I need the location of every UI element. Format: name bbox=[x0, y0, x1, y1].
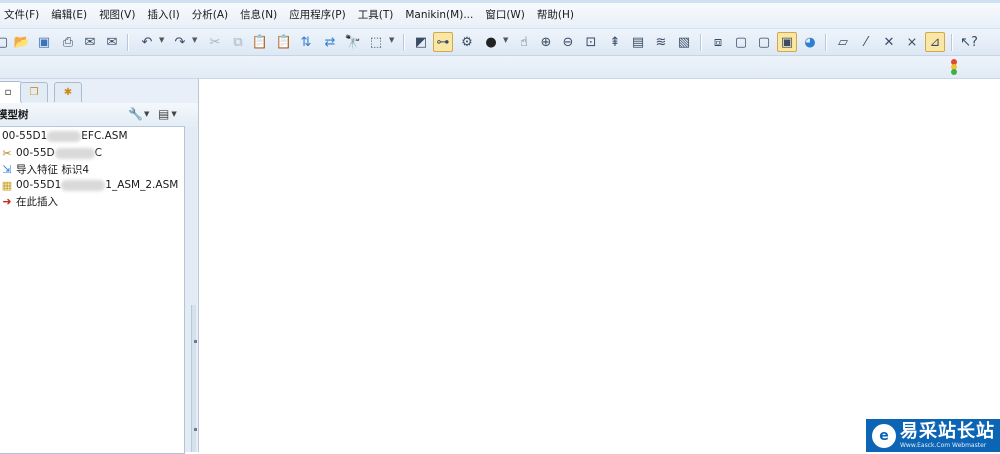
status-light-icon[interactable] bbox=[948, 58, 960, 76]
folder-browser-tab[interactable]: ❐ bbox=[20, 82, 48, 102]
zoom-fit-icon[interactable]: ⊡ bbox=[581, 32, 601, 52]
navigator-panel: ▫ ❐ ✱ 模型树 🔧 ▼ ▤ ▼ 00-55D1 EFC.ASM ✂ 00-55D C … bbox=[0, 79, 199, 454]
menu-window[interactable]: 窗口(W) bbox=[479, 3, 531, 28]
redo-icon[interactable]: ↷ bbox=[170, 32, 190, 52]
model-tree-tab[interactable]: ▫ bbox=[0, 81, 22, 103]
select-dropdown-icon[interactable]: ▼ bbox=[389, 36, 394, 44]
paste-special-icon[interactable]: 📋 bbox=[274, 32, 294, 52]
tree-item-part[interactable]: ✂ 00-55D C bbox=[0, 145, 102, 161]
wireframe-icon[interactable]: ⧈ bbox=[708, 32, 728, 52]
watermark-main-text: 易采站长站 bbox=[900, 420, 995, 442]
favorites-icon: ✱ bbox=[63, 87, 73, 98]
model-tree: 00-55D1 EFC.ASM ✂ 00-55D C ⇲ 导入特征 标识4 ▦ 00-55… bbox=[0, 126, 185, 454]
enhanced-realism-icon[interactable]: ◕ bbox=[800, 32, 820, 52]
menu-view[interactable]: 视图(V) bbox=[93, 3, 141, 28]
appearance-icon[interactable]: ▧ bbox=[674, 32, 694, 52]
regenerate-manager-icon[interactable]: ⇄ bbox=[320, 32, 340, 52]
orient-icon[interactable]: ⇞ bbox=[605, 32, 625, 52]
menu-analysis[interactable]: 分析(A) bbox=[186, 3, 234, 28]
no-hidden-icon[interactable]: ▢ bbox=[754, 32, 774, 52]
insert-here-arrow-icon: ➜ bbox=[2, 194, 12, 208]
spin-center-icon[interactable]: ☝ bbox=[514, 32, 534, 52]
hidden-line-icon[interactable]: ▢ bbox=[731, 32, 751, 52]
select-box-icon[interactable]: ⬚ bbox=[366, 32, 386, 52]
toolbar-separator bbox=[825, 34, 827, 51]
datum-point-icon[interactable]: ✕ bbox=[879, 32, 899, 52]
zoom-in-icon[interactable]: ⊕ bbox=[536, 32, 556, 52]
copy-icon[interactable]: ⧉ bbox=[228, 32, 248, 52]
redacted-text bbox=[47, 130, 82, 142]
email-icon[interactable]: ✉ bbox=[80, 32, 100, 52]
help-icon[interactable]: ↖? bbox=[959, 32, 979, 52]
toolbar-separator bbox=[127, 34, 129, 51]
toolbar-separator bbox=[700, 34, 702, 51]
layers-icon[interactable]: ⚙ bbox=[457, 32, 477, 52]
undo-icon[interactable]: ↶ bbox=[137, 32, 157, 52]
secondary-toolbar bbox=[0, 56, 1000, 79]
sub-assembly-icon: ▦ bbox=[1, 178, 13, 192]
menu-insert[interactable]: 插入(I) bbox=[141, 3, 185, 28]
shading-icon[interactable]: ▣ bbox=[777, 32, 797, 52]
regenerate-icon[interactable]: ⇅ bbox=[296, 32, 316, 52]
saved-views-icon[interactable]: ▤ bbox=[628, 32, 648, 52]
folder-icon: ❐ bbox=[29, 87, 39, 98]
toolbar-separator bbox=[951, 34, 953, 51]
email-link-icon[interactable]: ✉ bbox=[102, 32, 122, 52]
menu-help[interactable]: 帮助(H) bbox=[531, 3, 580, 28]
splitter-grip bbox=[194, 428, 197, 431]
undo-dropdown-icon[interactable]: ▼ bbox=[159, 36, 164, 44]
watermark-sub-text: Www.Easck.Com Webmaster bbox=[900, 441, 987, 449]
toolbar-separator bbox=[403, 34, 405, 51]
save-icon[interactable]: ▣ bbox=[34, 32, 54, 52]
menu-applications[interactable]: 应用程序(P) bbox=[283, 3, 352, 28]
new-icon[interactable]: ▢ bbox=[0, 32, 12, 52]
layer-icon[interactable]: ≋ bbox=[651, 32, 671, 52]
tree-item-root[interactable]: 00-55D1 EFC.ASM bbox=[0, 128, 128, 144]
annotation-icon[interactable]: ⊿ bbox=[925, 32, 945, 52]
tree-show-button[interactable]: ▤ ▼ bbox=[158, 106, 177, 122]
tree-item-import-feature[interactable]: ⇲ 导入特征 标识4 bbox=[0, 161, 89, 177]
watermark-e-icon: e bbox=[872, 423, 896, 448]
panel-title: 模型树 bbox=[0, 108, 29, 121]
menu-file[interactable]: 文件(F) bbox=[0, 3, 45, 28]
paste-icon[interactable]: 📋 bbox=[250, 32, 270, 52]
open-icon[interactable]: 📂 bbox=[12, 32, 32, 52]
datum-axis-icon[interactable]: ⁄ bbox=[856, 32, 876, 52]
crossed-part-icon: ✂ bbox=[2, 146, 12, 160]
menu-edit[interactable]: 编辑(E) bbox=[45, 3, 93, 28]
menu-bar: 文件(F) 编辑(E) 视图(V) 插入(I) 分析(A) 信息(N) 应用程序… bbox=[0, 3, 1000, 29]
tree-item-insert-here[interactable]: ➜ 在此插入 bbox=[0, 193, 58, 209]
zoom-out-icon[interactable]: ⊖ bbox=[558, 32, 578, 52]
coordinate-system-icon[interactable]: ⨯ bbox=[902, 32, 922, 52]
find-icon[interactable]: 🔭 bbox=[343, 32, 363, 52]
print-icon[interactable]: ⎙ bbox=[58, 32, 78, 52]
model-tree-icon[interactable]: ⊶ bbox=[433, 32, 453, 52]
menu-tools[interactable]: 工具(T) bbox=[352, 3, 400, 28]
tree-settings-button[interactable]: 🔧 ▼ bbox=[128, 106, 149, 122]
menu-manikin[interactable]: Manikin(M)... bbox=[399, 3, 479, 28]
menu-info[interactable]: 信息(N) bbox=[234, 3, 283, 28]
model-tree-header: 模型树 🔧 ▼ ▤ ▼ bbox=[0, 103, 198, 125]
watermark-logo: e 易采站长站 Www.Easck.Com Webmaster bbox=[866, 419, 1000, 452]
datum-plane-icon[interactable]: ▱ bbox=[833, 32, 853, 52]
cut-icon[interactable]: ✂ bbox=[205, 32, 225, 52]
redo-dropdown-icon[interactable]: ▼ bbox=[192, 36, 197, 44]
redacted-text bbox=[54, 147, 95, 159]
splitter-grip bbox=[194, 340, 197, 343]
tree-item-subassembly[interactable]: ▦ 00-55D1 1_ASM_2.ASM bbox=[0, 177, 179, 193]
redacted-text bbox=[61, 179, 106, 191]
sphere-dropdown-icon[interactable]: ▼ bbox=[503, 36, 508, 44]
settings-icon: 🔧 bbox=[128, 107, 143, 121]
list-icon: ▤ bbox=[158, 107, 170, 121]
import-feature-icon: ⇲ bbox=[2, 162, 12, 176]
graphics-window[interactable] bbox=[199, 79, 1000, 452]
favorites-tab[interactable]: ✱ bbox=[54, 82, 82, 102]
main-toolbar: ▢ 📂 ▣ ⎙ ✉ ✉ ↶ ▼ ↷ ▼ ✂ ⧉ 📋 📋 ⇅ ⇄ 🔭 ⬚ ▼ ◩ … bbox=[0, 29, 1000, 56]
sphere-icon[interactable]: ● bbox=[481, 32, 501, 52]
refit-icon[interactable]: ◩ bbox=[411, 32, 431, 52]
navigator-tabs: ▫ ❐ ✱ bbox=[0, 79, 198, 103]
